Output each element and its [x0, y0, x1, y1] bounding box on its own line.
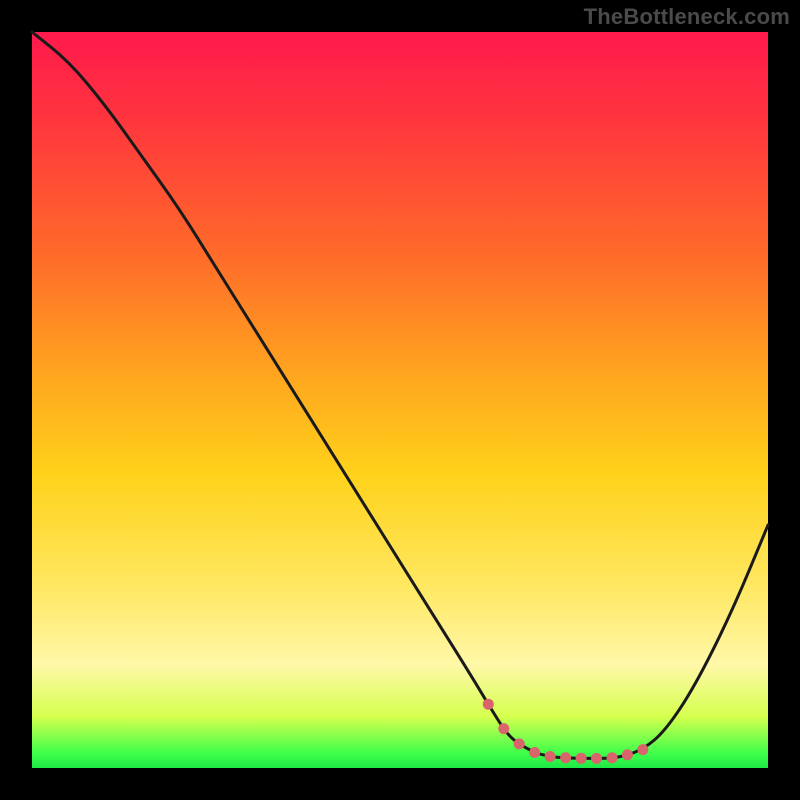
- highlight-dot: [607, 752, 618, 763]
- highlight-dot: [498, 723, 509, 734]
- highlight-dot: [529, 747, 540, 758]
- highlight-dot: [560, 752, 571, 763]
- plot-area: [32, 32, 768, 768]
- highlight-dot: [622, 749, 633, 760]
- highlight-dot: [576, 753, 587, 764]
- highlight-dot: [591, 753, 602, 764]
- highlight-dot: [514, 738, 525, 749]
- curve-line: [32, 32, 768, 758]
- highlight-dot: [545, 751, 556, 762]
- highlight-dot: [483, 699, 494, 710]
- chart-frame: TheBottleneck.com: [0, 0, 800, 800]
- watermark-text: TheBottleneck.com: [584, 4, 790, 30]
- highlight-dot: [637, 744, 648, 755]
- highlight-markers: [483, 699, 649, 764]
- bottleneck-curve: [32, 32, 768, 768]
